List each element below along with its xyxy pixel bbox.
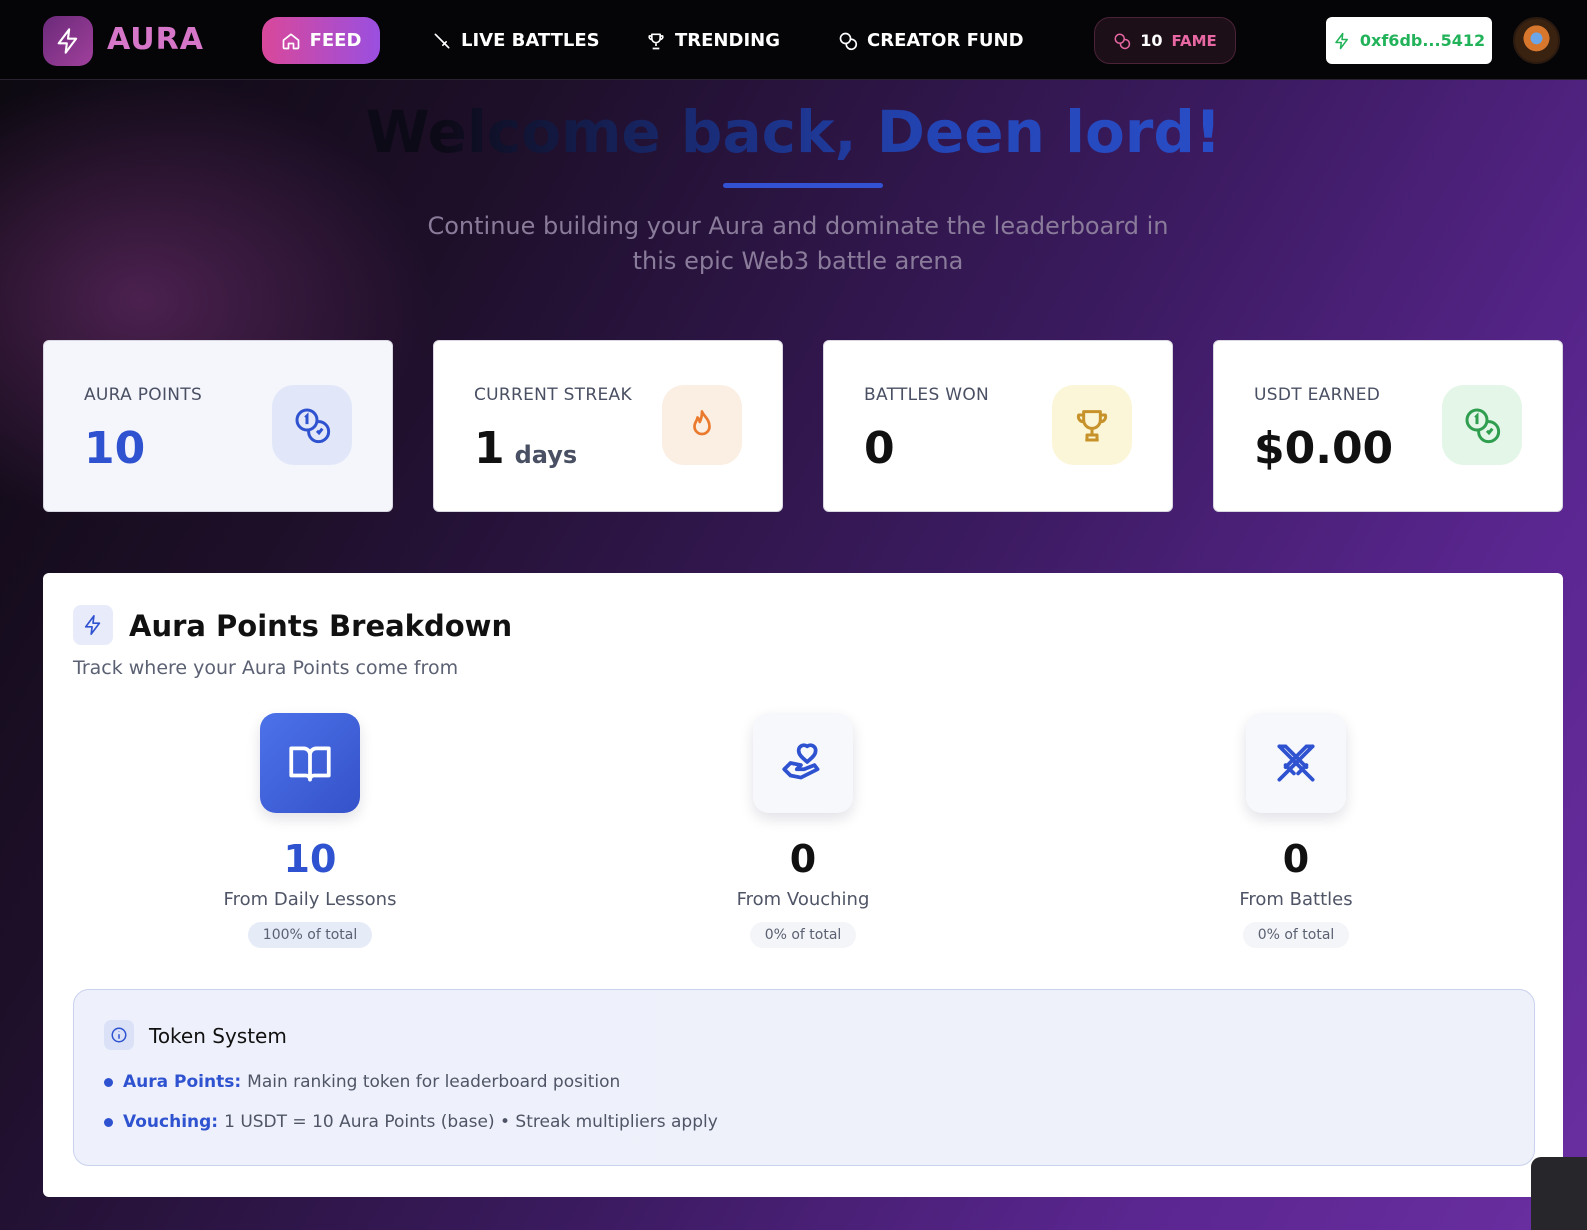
source-percent-badge: 100% of total <box>247 922 373 948</box>
source-label: From Daily Lessons <box>223 889 397 910</box>
token-text: Main ranking token for leaderboard posit… <box>247 1072 621 1092</box>
streak-unit: days <box>514 441 578 469</box>
stat-card-current-streak: CURRENT STREAK 1 days <box>433 340 783 512</box>
source-percent-badge: 0% of total <box>1242 922 1350 948</box>
nav-live-battles[interactable]: LIVE BATTLES <box>432 17 600 64</box>
panel-title: Aura Points Breakdown <box>129 609 513 643</box>
hero-subtitle: Continue building your Aura and dominate… <box>427 212 1169 275</box>
stat-card-usdt-earned: USDT EARNED $0.00 <box>1213 340 1563 512</box>
token-term: Vouching: <box>123 1112 219 1132</box>
hand-heart-icon <box>753 713 853 813</box>
logo-text[interactable]: AURA <box>107 22 204 57</box>
token-system-box: Token System Aura Points: Main ranking t… <box>73 989 1535 1166</box>
welcome-title: Welcome back, Deen lord! <box>0 98 1587 166</box>
nav-trending-label: TRENDING <box>675 30 780 51</box>
fame-label: FAME <box>1171 31 1217 50</box>
source-label: From Vouching <box>736 889 870 910</box>
trophy-icon <box>648 33 664 49</box>
swords-icon <box>1246 713 1346 813</box>
nav-feed-button[interactable]: FEED <box>262 17 380 64</box>
stat-value: 10 <box>84 423 146 474</box>
info-icon <box>104 1020 134 1050</box>
wallet-button[interactable]: 0xf6db...5412 <box>1326 17 1492 64</box>
token-line: Aura Points: Main ranking token for lead… <box>104 1072 620 1092</box>
coins-icon <box>1114 33 1131 49</box>
nav-feed-label: FEED <box>309 30 362 51</box>
home-icon <box>282 33 299 49</box>
source-vouching: 0 From Vouching 0% of total <box>653 713 953 948</box>
top-nav: AURA FEED LIVE BATTLES TRENDING CREATOR … <box>0 0 1587 80</box>
nav-creator-fund-label: CREATOR FUND <box>867 30 1024 51</box>
stat-value: 1 days <box>474 423 577 474</box>
logo-lightning-icon[interactable] <box>43 16 93 66</box>
bullet-dot <box>104 1077 113 1087</box>
source-percent-badge: 0% of total <box>749 922 857 948</box>
token-term: Aura Points: <box>123 1072 242 1092</box>
stat-card-aura-points: AURA POINTS 10 <box>43 340 393 512</box>
coins-icon <box>1442 385 1522 465</box>
lightning-icon <box>1335 32 1348 49</box>
coins-icon <box>272 385 352 465</box>
aura-breakdown-panel: Aura Points Breakdown Track where your A… <box>43 573 1563 1197</box>
source-battles: 0 From Battles 0% of total <box>1146 713 1446 948</box>
source-value: 10 <box>283 837 337 881</box>
title-underline <box>723 183 883 188</box>
nav-creator-fund[interactable]: CREATOR FUND <box>838 17 1024 64</box>
lightning-icon <box>73 605 113 645</box>
wallet-address: 0xf6db...5412 <box>1359 31 1486 50</box>
coins-icon <box>839 32 858 50</box>
sword-icon <box>434 33 450 49</box>
token-text: 1 USDT = 10 Aura Points (base) • Streak … <box>224 1112 718 1132</box>
stat-label: BATTLES WON <box>864 385 990 405</box>
stat-label: CURRENT STREAK <box>474 385 632 405</box>
source-label: From Battles <box>1239 889 1353 910</box>
avatar[interactable] <box>1513 17 1560 64</box>
stat-label: AURA POINTS <box>84 385 203 405</box>
token-system-title: Token System <box>149 1024 287 1048</box>
fame-badge[interactable]: 10 FAME <box>1094 17 1236 64</box>
token-line: Vouching: 1 USDT = 10 Aura Points (base)… <box>104 1112 718 1132</box>
panel-subtitle: Track where your Aura Points come from <box>73 657 459 679</box>
source-value: 0 <box>789 837 817 881</box>
stat-value: 0 <box>864 423 895 474</box>
book-icon <box>260 713 360 813</box>
bullet-dot <box>104 1117 113 1127</box>
stat-card-battles-won: BATTLES WON 0 <box>823 340 1173 512</box>
fame-value: 10 <box>1140 31 1163 50</box>
stat-label: USDT EARNED <box>1254 385 1381 405</box>
flame-icon <box>662 385 742 465</box>
source-daily-lessons: 10 From Daily Lessons 100% of total <box>160 713 460 948</box>
streak-value: 1 <box>474 423 505 474</box>
nav-live-battles-label: LIVE BATTLES <box>461 30 600 51</box>
stat-value: $0.00 <box>1254 423 1394 474</box>
trophy-icon <box>1052 385 1132 465</box>
floating-panel-corner[interactable] <box>1531 1157 1587 1230</box>
nav-trending[interactable]: TRENDING <box>646 17 780 64</box>
source-value: 0 <box>1282 837 1310 881</box>
